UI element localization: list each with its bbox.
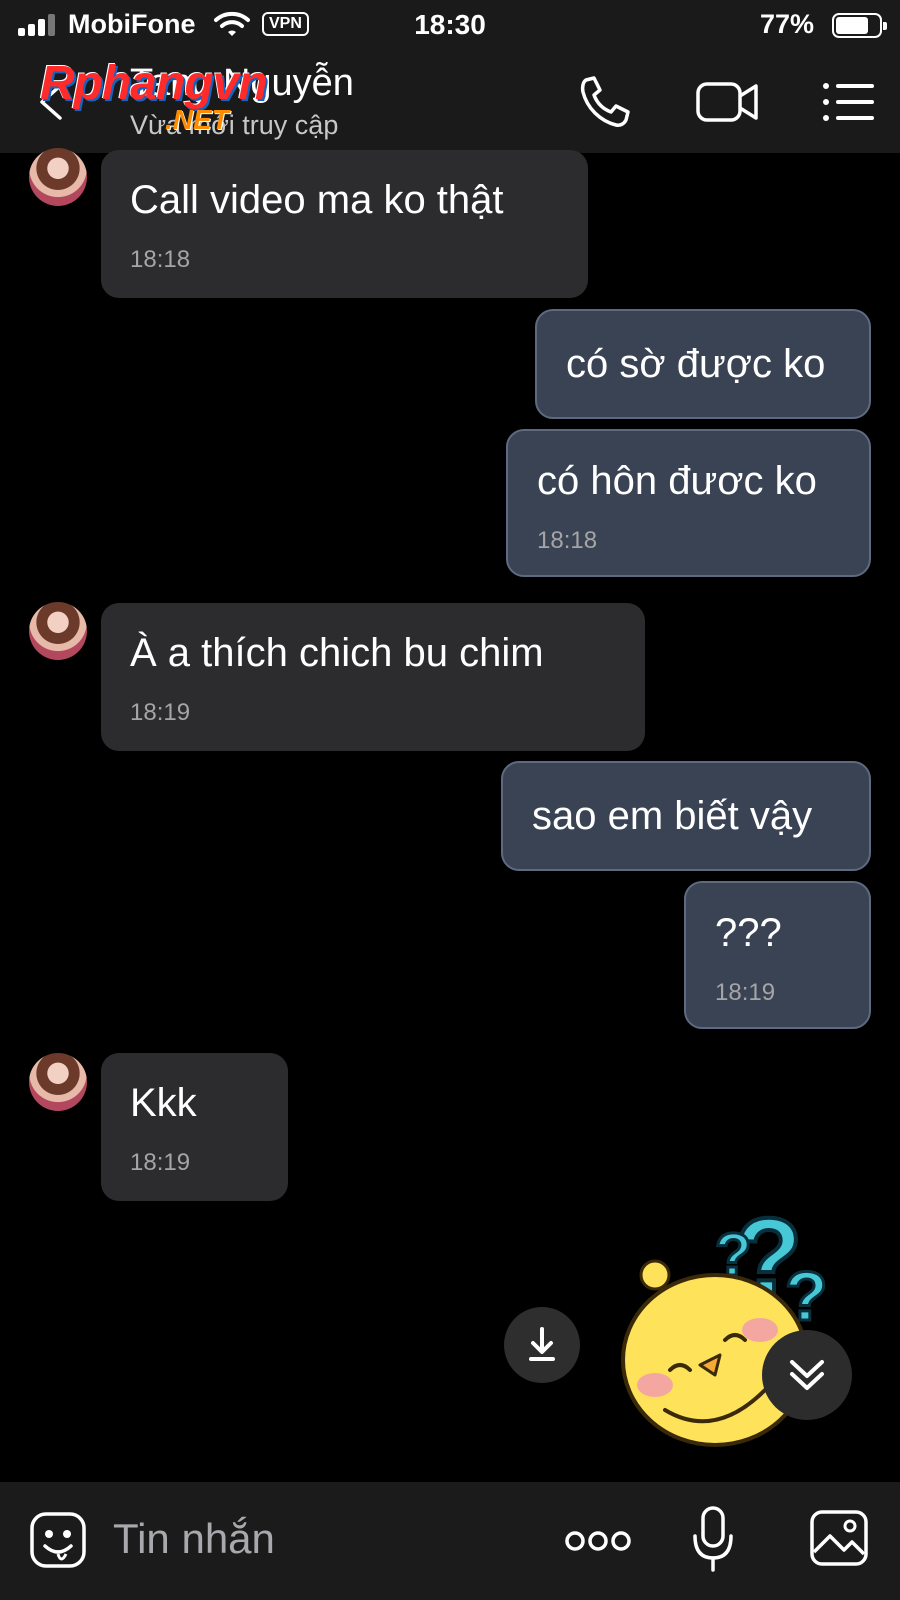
- phone-icon: [580, 76, 630, 127]
- message-text: sao em biết vậy: [532, 794, 813, 838]
- message-bubble-incoming[interactable]: Call video ma ko thật 18:18: [101, 150, 588, 298]
- message-time: 18:19: [130, 1149, 191, 1176]
- message-time: 18:19: [715, 979, 776, 1006]
- message-time: 18:19: [130, 699, 191, 726]
- message-time: 18:18: [537, 527, 598, 554]
- video-call-button[interactable]: [694, 72, 760, 132]
- avatar[interactable]: [29, 148, 87, 206]
- avatar[interactable]: [29, 1053, 87, 1111]
- message-text: ???: [715, 911, 782, 955]
- message-bubble-outgoing[interactable]: có sờ được ko: [535, 309, 871, 419]
- message-input-bar: Tin nhắn: [0, 1482, 900, 1600]
- chat-screen: MobiFone VPN 18:30 77% Tang Nguyễn Vừa m…: [0, 0, 900, 1600]
- message-bubble-outgoing[interactable]: có hôn đươc ko 18:18: [506, 429, 871, 577]
- more-options-icon[interactable]: [564, 1526, 632, 1556]
- message-bubble-outgoing[interactable]: ??? 18:19: [684, 881, 871, 1029]
- battery-percent: 77%: [760, 9, 815, 39]
- message-text: có sờ được ko: [566, 342, 826, 386]
- watermark-suffix: .NET: [165, 104, 229, 135]
- contact-status: Vừa mới truy cập: [130, 110, 339, 140]
- chat-header: Tang Nguyễn Vừa mới truy cập Rphangvn .N…: [0, 50, 900, 153]
- message-input[interactable]: Tin nhắn: [113, 1515, 275, 1563]
- message-time: 18:18: [130, 246, 191, 273]
- voice-call-button[interactable]: [572, 72, 636, 132]
- scroll-to-bottom-button[interactable]: [762, 1330, 852, 1420]
- battery-fill: [836, 17, 869, 34]
- message-text: Call video ma ko thật: [130, 178, 504, 222]
- message-text: À a thích chich bu chim: [130, 631, 544, 675]
- image-gallery-icon[interactable]: [808, 1508, 870, 1568]
- message-bubble-outgoing[interactable]: sao em biết vậy: [501, 761, 871, 871]
- list-menu-icon: [823, 83, 874, 121]
- download-icon: [529, 1327, 555, 1361]
- double-chevron-down-icon: [790, 1360, 824, 1390]
- watermark-logo: Rphangvn: [40, 57, 268, 110]
- message-text: Kkk: [130, 1081, 197, 1125]
- avatar[interactable]: [29, 602, 87, 660]
- download-button[interactable]: [504, 1307, 580, 1383]
- emoji-sticker-icon[interactable]: [28, 1510, 88, 1570]
- microphone-icon[interactable]: [690, 1504, 736, 1576]
- battery-icon: [832, 13, 887, 38]
- message-text: có hôn đươc ko: [537, 459, 817, 503]
- menu-button[interactable]: [820, 72, 876, 132]
- message-bubble-incoming[interactable]: À a thích chich bu chim 18:19: [101, 603, 645, 751]
- status-bar: MobiFone VPN 18:30 77%: [0, 0, 900, 50]
- message-bubble-incoming[interactable]: Kkk 18:19: [101, 1053, 288, 1201]
- video-camera-icon: [696, 82, 758, 122]
